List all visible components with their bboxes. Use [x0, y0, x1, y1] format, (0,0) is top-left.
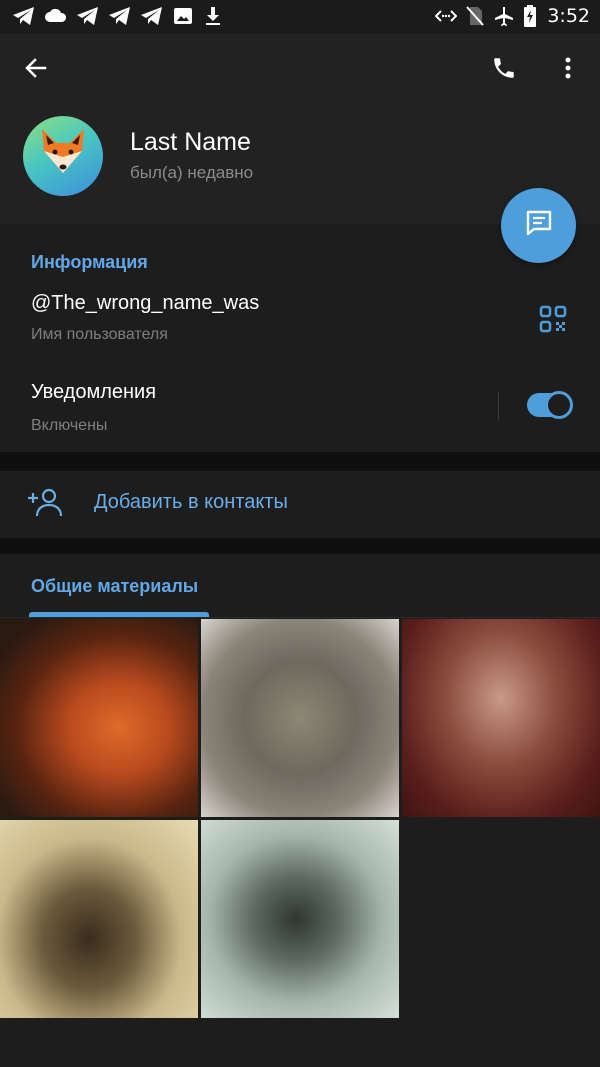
phone-icon: [491, 55, 517, 86]
fox-emoji: [36, 127, 90, 185]
add-contact-row[interactable]: Добавить в контакты: [0, 471, 600, 538]
toggle-knob: [545, 391, 573, 419]
no-sim-icon: [465, 5, 485, 27]
status-bar: 3:52: [0, 0, 600, 34]
media-thumbnail[interactable]: [402, 619, 600, 817]
tab-shared-media[interactable]: Общие материалы: [31, 576, 198, 597]
add-contact-label: Добавить в контакты: [94, 491, 288, 513]
telegram-icon: [108, 6, 132, 26]
section-divider: [0, 538, 600, 554]
add-person-icon: [26, 487, 63, 519]
username-value[interactable]: @The_wrong_name_was: [31, 292, 259, 315]
profile-header: Last Name был(а) недавно: [0, 34, 600, 224]
profile-name: Last Name: [130, 128, 251, 156]
username-label: Имя пользователя: [31, 326, 168, 343]
airplane-icon: [493, 5, 515, 27]
telegram-icon: [76, 6, 100, 26]
arrow-back-icon: [23, 55, 49, 86]
cloud-icon: [44, 6, 68, 26]
image-icon: [172, 6, 194, 26]
media-thumbnail[interactable]: [0, 820, 198, 1018]
send-message-button[interactable]: [501, 188, 576, 263]
battery-charging-icon: [523, 5, 537, 27]
message-icon: [524, 208, 554, 243]
notifications-toggle[interactable]: [527, 391, 573, 419]
system-icons: 3:52: [435, 5, 590, 27]
download-icon: [202, 5, 224, 27]
tab-bar-divider: [0, 617, 600, 618]
qr-code-icon: [539, 305, 567, 338]
media-thumbnail[interactable]: [0, 619, 198, 817]
media-thumbnail[interactable]: [201, 820, 399, 1018]
media-thumbnail[interactable]: [201, 619, 399, 817]
more-vertical-icon: [564, 56, 572, 85]
avatar[interactable]: [23, 116, 103, 196]
data-saver-icon: [435, 6, 458, 26]
section-divider: [0, 452, 600, 471]
telegram-icon: [12, 6, 36, 26]
notifications-label[interactable]: Уведомления: [31, 381, 156, 404]
notifications-state: Включены: [31, 417, 108, 434]
qr-code-button[interactable]: [534, 302, 572, 340]
back-button[interactable]: [14, 52, 58, 88]
telegram-icon: [140, 6, 164, 26]
clock: 3:52: [547, 5, 590, 27]
divider: [498, 392, 499, 420]
info-section-title: Информация: [31, 252, 148, 272]
call-button[interactable]: [482, 52, 526, 88]
notification-icons: [12, 5, 224, 27]
more-options-button[interactable]: [548, 52, 588, 88]
info-section: Информация @The_wrong_name_was Имя польз…: [0, 224, 600, 452]
last-seen-status: был(а) недавно: [130, 163, 254, 182]
